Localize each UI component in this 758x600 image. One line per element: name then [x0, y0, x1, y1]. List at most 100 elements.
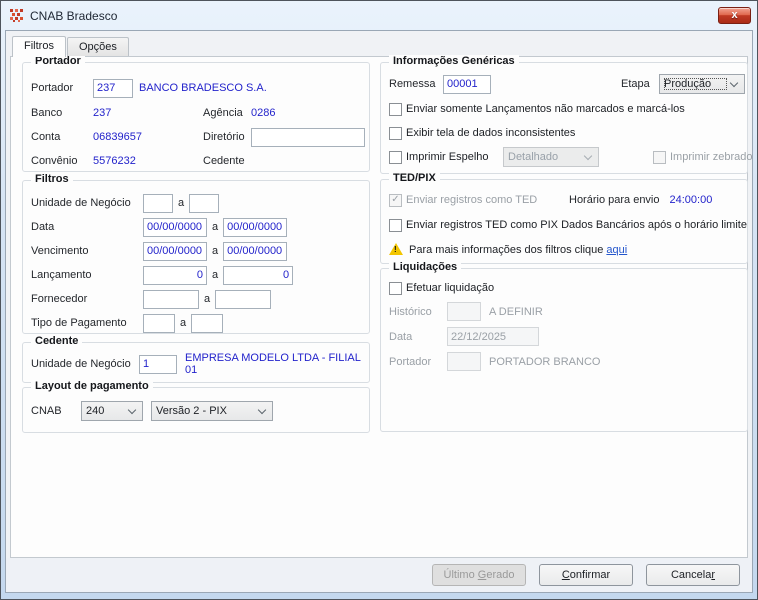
convenio-label: Convênio [31, 155, 78, 167]
check-icon: ✓ [391, 194, 400, 205]
range-separator: a [180, 317, 187, 329]
tab-filtros-label: Filtros [24, 40, 54, 52]
close-button[interactable]: x [718, 7, 751, 24]
title-bar: CNAB Bradesco x [1, 1, 757, 30]
range-separator: a [178, 197, 185, 209]
cedente-label: Cedente [203, 155, 245, 167]
efetuar-liquidacao-checkbox[interactable] [389, 281, 402, 295]
versao-combo[interactable]: Versão 2 - PIX [151, 401, 273, 421]
range-separator: a [212, 221, 219, 233]
lancamento-label: Lançamento [31, 269, 92, 281]
imprimir-espelho-checkbox[interactable] [389, 150, 402, 164]
horario-envio-label: Horário para envio [569, 194, 660, 206]
chevron-down-icon [729, 78, 739, 87]
historico-input[interactable] [447, 302, 481, 321]
conta-label: Conta [31, 131, 61, 143]
informacoes-genericas-group: Informações Genéricas Remessa Etapa Prod… [380, 55, 752, 174]
agencia-value: 0286 [251, 107, 276, 119]
versao-combo-value: Versão 2 - PIX [156, 405, 227, 417]
portador-code-input[interactable] [93, 78, 133, 98]
fornecedor-to-input[interactable] [215, 289, 272, 309]
tipo-pagamento-to-input[interactable] [191, 313, 224, 333]
imprimir-espelho-label: Imprimir Espelho [406, 151, 489, 163]
liquidacao-portador-label: Portador [389, 355, 432, 368]
unidade-negocio-from-input[interactable] [143, 193, 173, 213]
tipo-pagamento-label: Tipo de Pagamento [31, 317, 127, 329]
etapa-combo-value: Produção [664, 78, 727, 90]
imprimir-zebrado-label: Imprimir zebrado [670, 151, 753, 163]
fornecedor-from-input[interactable] [143, 289, 199, 309]
unidade-negocio-label: Unidade de Negócio [31, 197, 131, 209]
warning-icon: ! [389, 243, 403, 255]
data-label: Data [31, 221, 55, 233]
ted-como-pix-checkbox[interactable] [389, 218, 402, 232]
dialog-client-area: Filtros Opções Portador Portador BANCO B… [5, 30, 753, 593]
aviso-text: Para mais informações dos filtros clique [409, 244, 604, 256]
cnab-combo[interactable]: 240 [81, 401, 143, 421]
convenio-value: 5576232 [93, 155, 136, 167]
conta-value: 06839657 [93, 131, 142, 143]
espelho-modo-combo[interactable]: Detalhado [503, 147, 599, 167]
lancamento-from-input[interactable] [143, 265, 207, 285]
chevron-down-icon [127, 405, 137, 414]
button-bar: Último Gerado Confirmar Cancelar [6, 558, 752, 592]
ted-como-pix-label: Enviar registros TED como PIX Dados Banc… [406, 219, 747, 231]
ultimo-gerado-button[interactable]: Último Gerado [432, 564, 526, 586]
cancelar-button[interactable]: Cancelar [646, 564, 740, 586]
tab-page-filtros: Portador Portador BANCO BRADESCO S.A. Ba… [10, 55, 752, 558]
diretorio-input[interactable] [251, 127, 365, 147]
historico-desc: A DEFINIR [489, 305, 543, 318]
efetuar-liquidacao-label: Efetuar liquidação [406, 282, 495, 294]
etapa-label: Etapa [621, 78, 650, 90]
exibir-inconsistentes-checkbox[interactable] [389, 126, 402, 140]
range-separator: a [212, 245, 219, 257]
filtros-group-title: Filtros [31, 173, 73, 185]
exibir-inconsistentes-label: Exibir tela de dados inconsistentes [406, 127, 576, 139]
portador-label: Portador [31, 82, 74, 94]
espelho-modo-value: Detalhado [508, 151, 559, 163]
layout-pagamento-group-title: Layout de pagamento [31, 380, 153, 392]
liquidacao-data-label: Data [389, 330, 413, 343]
app-icon [10, 9, 23, 22]
data-from-input[interactable] [143, 217, 207, 237]
liquidacoes-group-title: Liquidações [389, 261, 462, 273]
banco-label: Banco [31, 107, 63, 119]
etapa-combo[interactable]: Produção [659, 74, 745, 94]
enviar-somente-label: Enviar somente Lançamentos não marcados … [406, 103, 685, 115]
liquidacao-data-input[interactable] [447, 327, 539, 346]
informacoes-genericas-group-title: Informações Genéricas [389, 55, 519, 67]
enviar-ted-checkbox[interactable]: ✓ [389, 193, 402, 207]
range-separator: a [204, 293, 211, 305]
confirmar-button[interactable]: Confirmar [539, 564, 633, 586]
vencimento-to-input[interactable] [223, 241, 288, 261]
imprimir-zebrado-checkbox[interactable] [653, 150, 666, 164]
vencimento-label: Vencimento [31, 245, 89, 257]
tedpix-group-title: TED/PIX [389, 172, 440, 184]
window-title: CNAB Bradesco [30, 8, 118, 23]
vencimento-from-input[interactable] [143, 241, 207, 261]
lancamento-to-input[interactable] [223, 265, 294, 285]
horario-envio-value: 24:00:00 [669, 194, 713, 206]
tab-opcoes[interactable]: Opções [66, 37, 129, 56]
enviar-somente-checkbox[interactable] [389, 102, 402, 116]
remessa-label: Remessa [389, 78, 436, 90]
data-to-input[interactable] [223, 217, 288, 237]
unidade-negocio-to-input[interactable] [189, 193, 220, 213]
diretorio-label: Diretório [203, 131, 245, 143]
cedente-unidade-input[interactable] [139, 354, 177, 374]
agencia-label: Agência [203, 107, 243, 119]
liquidacao-portador-input[interactable] [447, 352, 481, 371]
tab-filtros[interactable]: Filtros [12, 36, 66, 57]
aqui-link[interactable]: aqui [606, 244, 627, 256]
cedente-group-title: Cedente [31, 335, 83, 347]
banco-value: 237 [93, 107, 112, 119]
cnab-combo-value: 240 [86, 405, 105, 417]
tipo-pagamento-from-input[interactable] [143, 313, 175, 333]
remessa-input[interactable] [443, 74, 491, 94]
close-icon: x [731, 9, 738, 21]
historico-label: Histórico [389, 305, 432, 318]
cedente-unidade-label: Unidade de Negócio [31, 358, 131, 370]
tab-opcoes-label: Opções [78, 41, 117, 53]
liquidacoes-group: Liquidações Efetuar liquidação Histórico… [380, 261, 748, 432]
cnab-label: CNAB [31, 405, 62, 417]
